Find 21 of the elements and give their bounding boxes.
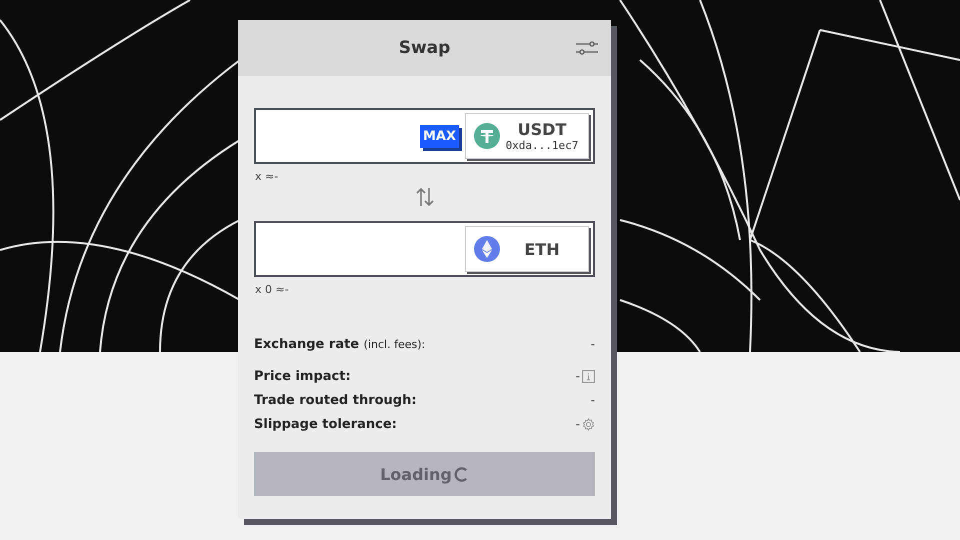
detail-label: Slippage tolerance: bbox=[254, 416, 397, 432]
detail-label: Price impact: bbox=[254, 368, 351, 384]
detail-label: Trade routed through: bbox=[254, 392, 417, 408]
max-button[interactable]: MAX bbox=[420, 124, 459, 148]
detail-value: - bbox=[590, 337, 595, 351]
tether-coin-icon bbox=[474, 123, 500, 149]
detail-value: - bbox=[576, 417, 580, 431]
swap-arrows-icon[interactable] bbox=[414, 187, 436, 207]
info-icon[interactable] bbox=[582, 370, 595, 382]
token-select-button[interactable]: USDT 0xda...1ec7 bbox=[465, 113, 589, 159]
balance-text: x ≈- bbox=[255, 170, 280, 183]
detail-label: Exchange rate (incl. fees): bbox=[254, 336, 426, 352]
settings-icon[interactable] bbox=[582, 418, 595, 430]
amount-field[interactable]: ETH bbox=[254, 221, 595, 277]
balance-text: x 0 ≈- bbox=[255, 283, 290, 296]
ether-coin-icon bbox=[474, 236, 500, 262]
token-select-button[interactable]: ETH bbox=[465, 226, 589, 272]
detail-value: - bbox=[576, 369, 580, 383]
amount-field[interactable]: MAX USDT 0xda...1ec7 bbox=[254, 108, 595, 164]
card-title: Swap bbox=[398, 38, 450, 58]
detail-value: - bbox=[590, 393, 595, 407]
